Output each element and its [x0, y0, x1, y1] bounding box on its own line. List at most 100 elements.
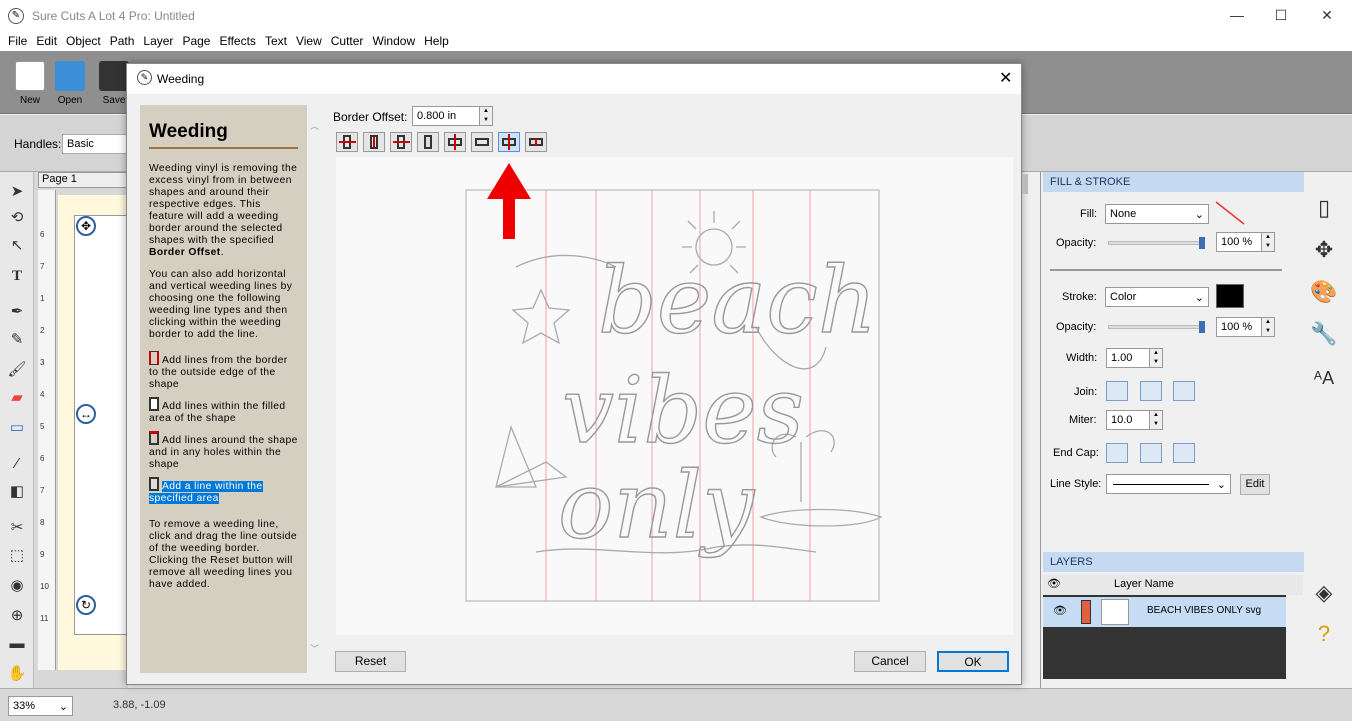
shape-tool-icon[interactable]: ▭ — [7, 418, 27, 438]
border-offset-spinner[interactable]: ▲ ▼ — [479, 106, 493, 126]
ruler-number: 10 — [40, 582, 49, 591]
stroke-select[interactable]: Color ⌄ — [1105, 287, 1209, 307]
round-cap-button[interactable] — [1140, 443, 1162, 463]
stroke-opacity-input[interactable]: 100 % — [1216, 317, 1262, 337]
zoom-select[interactable]: 33% ⌄ — [8, 696, 73, 716]
palette-panel-icon[interactable]: 🎨 — [1308, 276, 1340, 308]
border-offset-input[interactable]: 0.800 in — [412, 106, 480, 126]
stroke-color-swatch[interactable] — [1216, 284, 1244, 308]
pencil-tool-icon[interactable]: ✎ — [7, 330, 27, 350]
width-input[interactable]: 1.00 — [1106, 348, 1150, 368]
menu-file[interactable]: File — [4, 34, 31, 48]
measure-tool-icon[interactable]: ▬ — [7, 634, 27, 654]
area-vertical-line-button[interactable] — [417, 132, 439, 152]
menu-text[interactable]: Text — [261, 34, 291, 48]
ruler-number: 11 — [40, 614, 49, 623]
menu-window[interactable]: Window — [368, 34, 419, 48]
linestyle-edit-button[interactable]: Edit — [1240, 474, 1270, 495]
cancel-button[interactable]: Cancel — [854, 651, 926, 672]
menu-page[interactable]: Page — [178, 34, 214, 48]
area-horizontal-line-button[interactable] — [525, 132, 547, 152]
miter-join-button[interactable] — [1106, 381, 1128, 401]
move-panel-icon[interactable]: ✥ — [1308, 234, 1340, 266]
fill-opacity-spinner[interactable]: ▲ ▼ — [1261, 232, 1275, 252]
width-spinner[interactable]: ▲ ▼ — [1149, 348, 1163, 368]
close-icon[interactable]: ✕ — [1304, 0, 1350, 31]
eraser-tool-icon[interactable]: ▰ — [7, 388, 27, 408]
stroke-opacity-thumb[interactable] — [1199, 321, 1205, 333]
select-arrow-icon[interactable]: ➤ — [7, 182, 27, 202]
stroke-opacity-spinner[interactable]: ▲ ▼ — [1261, 317, 1275, 337]
weeding-artwork[interactable]: beach vibes only — [336, 157, 1013, 635]
pen-tool-icon[interactable]: ✒ — [7, 302, 27, 322]
miter-input[interactable]: 10.0 — [1106, 410, 1150, 430]
menu-view[interactable]: View — [292, 34, 326, 48]
weeding-dialog: ✎ Weeding ✕ Weeding Weeding vinyl is rem… — [126, 63, 1028, 685]
text-panel-icon[interactable]: ᴬA — [1308, 362, 1340, 394]
menu-edit[interactable]: Edit — [32, 34, 61, 48]
knife-tool-icon[interactable]: ✂ — [7, 518, 27, 538]
layer-row[interactable]: 👁 BEACH VIBES ONLY svg — [1043, 597, 1286, 627]
ruler-number: 7 — [40, 486, 45, 495]
linestyle-select[interactable]: ⌄ — [1106, 474, 1231, 494]
rotate-handle-icon[interactable]: ↻ — [76, 595, 96, 615]
resize-handle-icon[interactable]: ↔ — [76, 404, 96, 424]
zoom-tool-icon[interactable]: ⊕ — [7, 606, 27, 626]
fill-opacity-thumb[interactable] — [1199, 237, 1205, 249]
around-vertical-line-button[interactable] — [390, 132, 412, 152]
layer-color-swatch[interactable] — [1081, 600, 1091, 624]
fill-opacity-slider[interactable] — [1108, 241, 1204, 245]
text-tool-icon[interactable]: T — [7, 266, 27, 286]
around-horizontal-line-button[interactable] — [498, 132, 520, 152]
outside-horizontal-line-button[interactable] — [444, 132, 466, 152]
scroll-up-icon[interactable]: ︿ — [310, 119, 319, 132]
menu-effects[interactable]: Effects — [215, 34, 259, 48]
chevron-down-icon: ⌄ — [1194, 209, 1204, 221]
reset-button[interactable]: Reset — [335, 651, 406, 672]
direct-select-icon[interactable]: ↖ — [7, 236, 27, 256]
scroll-down-icon[interactable]: ﹀ — [310, 642, 319, 655]
bevel-join-button[interactable] — [1173, 381, 1195, 401]
eyedropper-icon[interactable]: ⁄ — [7, 454, 27, 474]
open-button[interactable]: Open — [48, 55, 92, 111]
ruler-number: 3 — [40, 358, 45, 367]
menu-help[interactable]: Help — [420, 34, 453, 48]
stroke-opacity-slider[interactable] — [1108, 325, 1204, 329]
minimize-icon[interactable]: — — [1214, 0, 1260, 31]
round-join-button[interactable] — [1140, 381, 1162, 401]
contour-tool-icon[interactable]: ◉ — [7, 576, 27, 596]
menu-path[interactable]: Path — [106, 34, 139, 48]
node-edit-icon[interactable]: ⟲ — [7, 208, 27, 228]
page-tab[interactable]: Page 1 — [38, 172, 128, 188]
brush-tool-icon[interactable]: 🖌 — [7, 360, 27, 380]
butt-cap-button[interactable] — [1106, 443, 1128, 463]
preview-scrollbar[interactable] — [1022, 174, 1028, 194]
gradient-tool-icon[interactable]: ◧ — [7, 482, 27, 502]
stroke-label: Stroke: — [1062, 291, 1097, 303]
dialog-close-icon[interactable]: ✕ — [999, 68, 1012, 88]
help-icon[interactable]: ? — [1308, 618, 1340, 650]
no-fill-swatch[interactable] — [1214, 200, 1246, 226]
hand-tool-icon[interactable]: ✋ — [7, 664, 27, 684]
document-panel-icon[interactable]: ▯ — [1308, 192, 1340, 224]
miter-spinner[interactable]: ▲ ▼ — [1149, 410, 1163, 430]
weeding-preview[interactable]: beach vibes only — [336, 157, 1013, 635]
fill-opacity-input[interactable]: 100 % — [1216, 232, 1262, 252]
new-button[interactable]: New — [8, 55, 52, 111]
square-cap-button[interactable] — [1173, 443, 1195, 463]
help-item-text: Add lines from the border to the outside… — [149, 355, 288, 390]
filled-vertical-line-button[interactable] — [363, 132, 385, 152]
layer-visible-icon[interactable]: 👁 — [1053, 604, 1067, 617]
outside-vertical-line-button[interactable] — [336, 132, 358, 152]
ok-button[interactable]: OK — [937, 651, 1009, 672]
menu-cutter[interactable]: Cutter — [327, 34, 368, 48]
move-handle-icon[interactable]: ✥ — [76, 216, 96, 236]
wrench-panel-icon[interactable]: 🔧 — [1308, 318, 1340, 350]
filled-horizontal-line-button[interactable] — [471, 132, 493, 152]
fill-select[interactable]: None ⌄ — [1105, 204, 1209, 224]
menu-layer[interactable]: Layer — [139, 34, 177, 48]
menu-object[interactable]: Object — [62, 34, 105, 48]
maximize-icon[interactable]: ☐ — [1258, 0, 1304, 31]
path-nodes-icon[interactable]: ⬚ — [7, 546, 27, 566]
layers-panel-icon[interactable]: ◈ — [1308, 577, 1340, 609]
